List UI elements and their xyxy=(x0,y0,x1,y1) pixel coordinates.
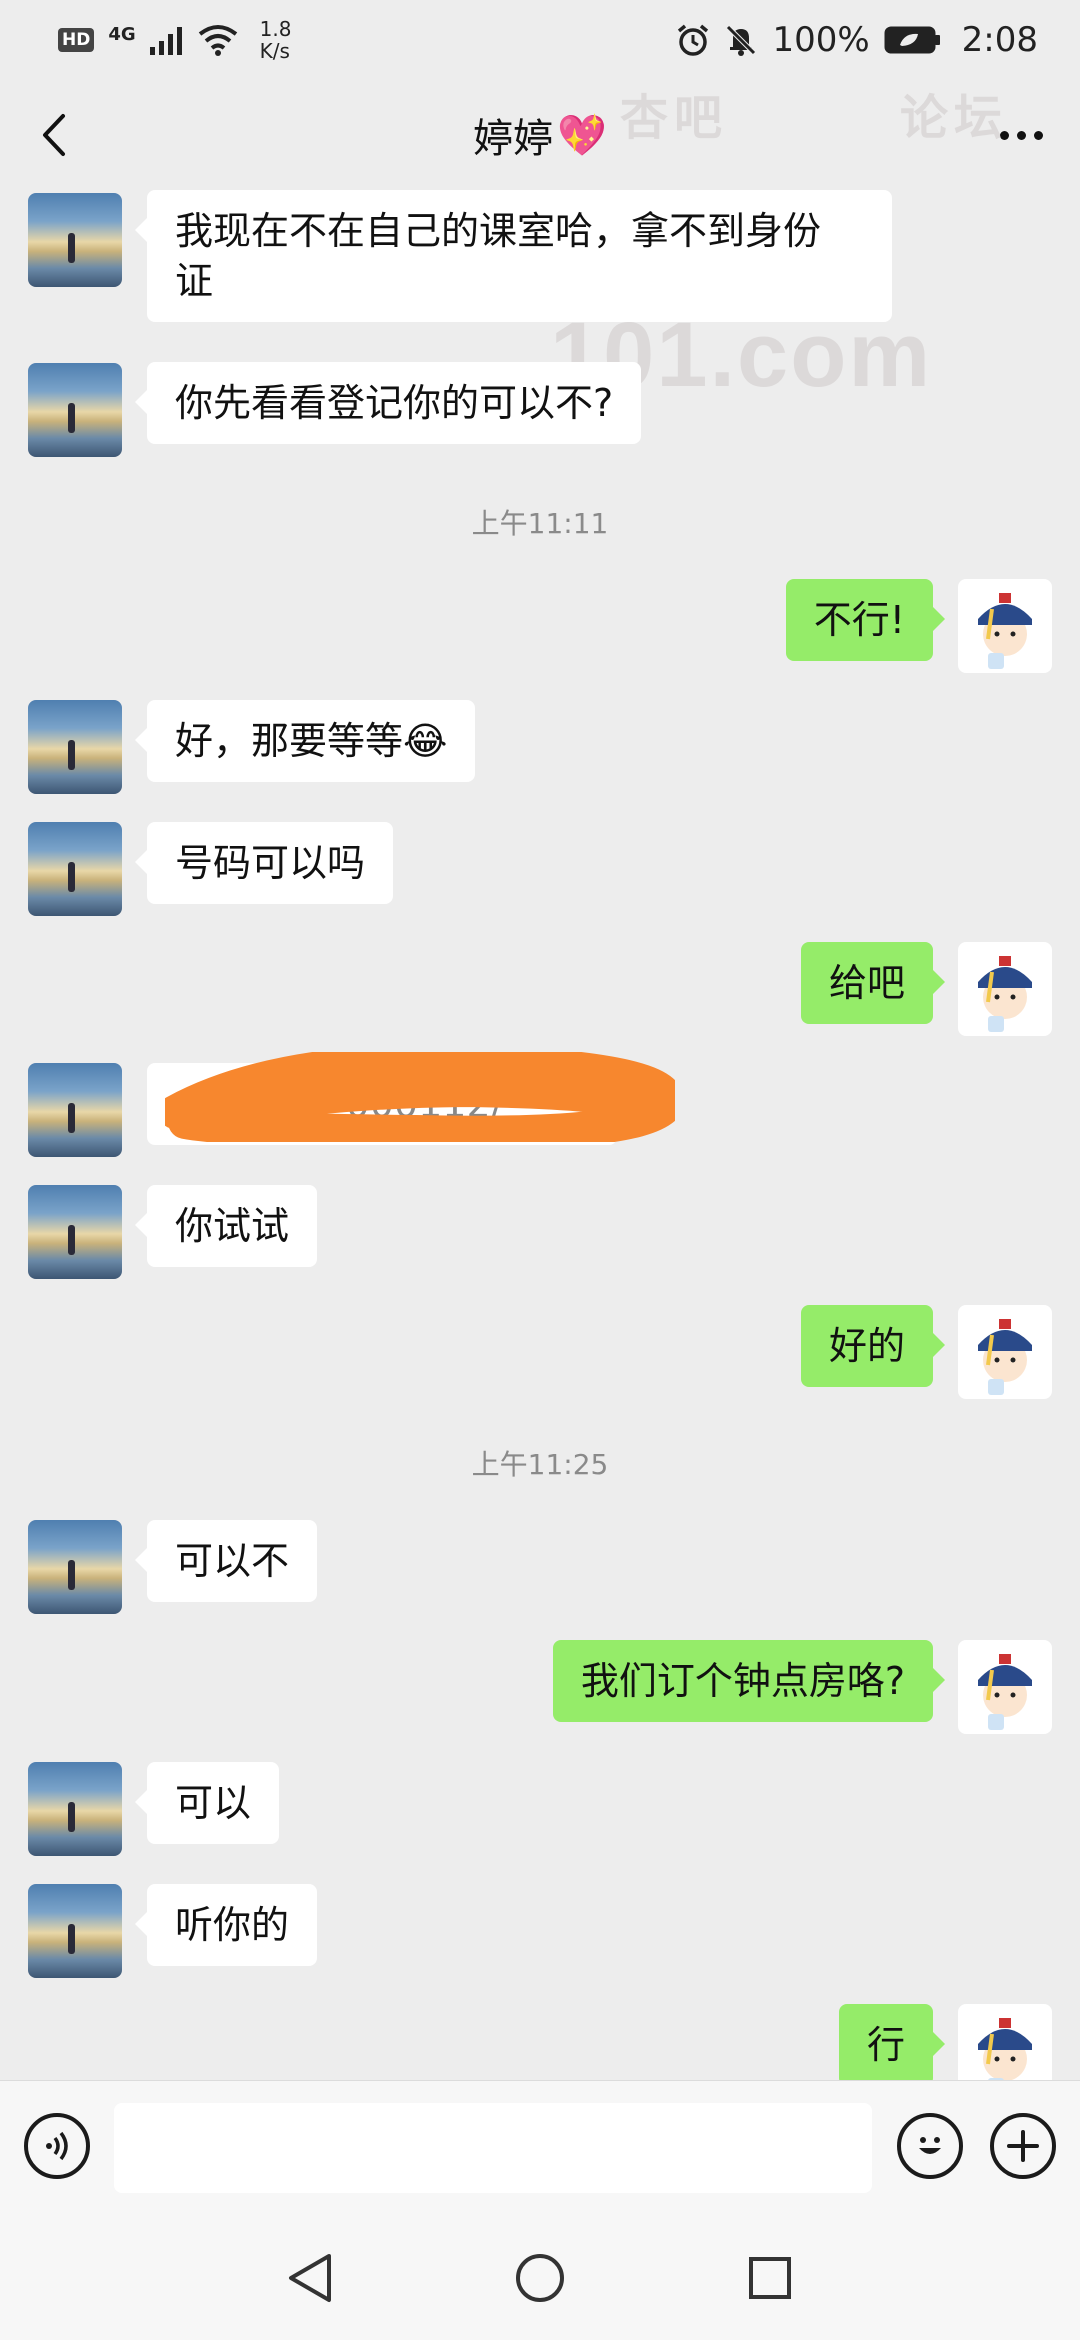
chat-messages[interactable]: 我现在不在自己的课室哈，拿不到身份 证 你先看看登记你的可以不? 上午11:11… xyxy=(0,190,1080,2080)
message-text: 可以 xyxy=(175,1781,252,1825)
message-text: 好，那要等等 xyxy=(175,719,404,763)
square-recents-icon xyxy=(749,2257,791,2299)
message-text: 给吧 xyxy=(828,961,905,1005)
status-bar: HD 4G 1.8 K/s 100% 2:08 xyxy=(0,0,1080,80)
message-bubble-left[interactable]: 你先看看登记你的可以不? xyxy=(134,362,642,444)
message-bubble-right[interactable]: 不行! xyxy=(785,579,946,661)
qing-official-cartoon-avatar xyxy=(978,2018,1032,2080)
emoji-icon xyxy=(919,2137,941,2154)
emoji-button[interactable] xyxy=(897,2113,963,2179)
friend-avatar[interactable] xyxy=(28,193,122,287)
self-avatar[interactable] xyxy=(958,1305,1052,1399)
status-left: HD 4G 1.8 K/s xyxy=(58,18,291,62)
message-text: 好的 xyxy=(828,1324,905,1368)
timestamp: 上午11:11 xyxy=(471,507,609,540)
message-text: 行 xyxy=(866,2023,905,2067)
plus-icon xyxy=(1007,2130,1039,2162)
message-text: 不行! xyxy=(813,598,905,642)
battery-percent: 100% xyxy=(772,20,870,60)
net-speed-value: 1.8 xyxy=(259,17,292,41)
message-text-line: 我现在不在自己的课室哈，拿不到身份 xyxy=(175,209,822,253)
message-bubble-right[interactable]: 我们订个钟点房咯? xyxy=(552,1640,946,1722)
signal-icon xyxy=(149,27,182,55)
message-text: 你试试 xyxy=(175,1204,290,1248)
message-text: 听你的 xyxy=(175,1903,290,1947)
message-text: 你先看看登记你的可以不? xyxy=(175,381,614,425)
friend-avatar[interactable] xyxy=(28,700,122,794)
plus-button[interactable] xyxy=(990,2113,1056,2179)
qing-official-cartoon-avatar xyxy=(978,1319,1032,1395)
message-bubble-left[interactable]: 号码可以吗 xyxy=(134,822,394,904)
more-dot xyxy=(1016,130,1026,140)
friend-avatar[interactable] xyxy=(28,1884,122,1978)
friend-avatar[interactable] xyxy=(28,1185,122,1279)
hd-badge: HD xyxy=(58,28,95,52)
message-text: 我们订个钟点房咯? xyxy=(580,1659,905,1703)
message-bubble-right[interactable]: 行 xyxy=(838,2004,946,2080)
self-avatar[interactable] xyxy=(958,1640,1052,1734)
friend-avatar[interactable] xyxy=(28,1762,122,1856)
qing-official-cartoon-avatar xyxy=(978,593,1032,669)
self-avatar[interactable] xyxy=(958,942,1052,1036)
status-right: 100% 2:08 xyxy=(676,20,1038,60)
chat-title-text: 婷婷 xyxy=(473,116,554,162)
sparkling-heart-emoji: 💖 xyxy=(557,112,607,159)
nav-back-button[interactable] xyxy=(282,2250,338,2306)
circle-home-icon xyxy=(516,2254,564,2302)
alarm-icon xyxy=(678,24,709,56)
message-text: 号码可以吗 xyxy=(175,841,366,885)
more-dot xyxy=(999,130,1009,140)
message-bubble-right[interactable]: 给吧 xyxy=(800,942,946,1024)
timestamp: 上午11:25 xyxy=(471,1448,609,1481)
message-bubble-left[interactable]: 听你的 xyxy=(134,1884,318,1966)
message-bubble-left[interactable]: 好，那要等等😂 xyxy=(134,700,476,782)
triangle-back-icon xyxy=(289,2254,331,2302)
voice-button[interactable] xyxy=(24,2113,90,2179)
message-bubble-left[interactable]: 你试试 xyxy=(134,1185,318,1267)
friend-avatar[interactable] xyxy=(28,1520,122,1614)
voice-icon xyxy=(46,2131,68,2161)
input-bar xyxy=(0,2080,1080,2210)
net-speed-unit: K/s xyxy=(259,39,290,63)
back-button[interactable] xyxy=(24,105,84,165)
friend-avatar[interactable] xyxy=(28,822,122,916)
chevron-left-icon xyxy=(43,114,65,156)
system-nav-bar xyxy=(0,2210,1080,2340)
nav-home-button[interactable] xyxy=(512,2250,568,2306)
wifi-icon xyxy=(198,25,237,56)
orange-redaction-scribble xyxy=(165,1052,675,1142)
message-text-line: 证 xyxy=(175,259,214,303)
battery-icon xyxy=(884,26,940,54)
qing-official-cartoon-avatar xyxy=(978,1654,1032,1730)
message-bubble-left[interactable]: 可以 xyxy=(134,1762,280,1844)
net-speed: 1.8 K/s xyxy=(260,18,292,62)
more-dot xyxy=(1033,130,1043,140)
more-button[interactable] xyxy=(986,105,1056,165)
friend-avatar[interactable] xyxy=(28,1063,122,1157)
clock: 2:08 xyxy=(961,20,1038,60)
message-text: 可以不 xyxy=(175,1539,290,1583)
nav-recents-button[interactable] xyxy=(742,2250,798,2306)
message-input[interactable] xyxy=(114,2103,872,2193)
friend-avatar[interactable] xyxy=(28,363,122,457)
self-avatar[interactable] xyxy=(958,2004,1052,2080)
mute-bell-icon xyxy=(726,25,757,56)
message-bubble-right[interactable]: 好的 xyxy=(800,1305,946,1387)
network-type: 4G xyxy=(108,24,136,45)
rofl-emoji: 😂 xyxy=(403,719,448,763)
message-bubble-left[interactable]: 我现在不在自己的课室哈，拿不到身份 证 xyxy=(135,190,892,322)
message-bubble-left[interactable]: 可以不 xyxy=(134,1520,318,1602)
self-avatar[interactable] xyxy=(958,579,1052,673)
qing-official-cartoon-avatar xyxy=(978,956,1032,1032)
chat-title: 婷婷 💖 xyxy=(473,106,607,164)
chat-header: 婷婷 💖 xyxy=(0,80,1080,190)
